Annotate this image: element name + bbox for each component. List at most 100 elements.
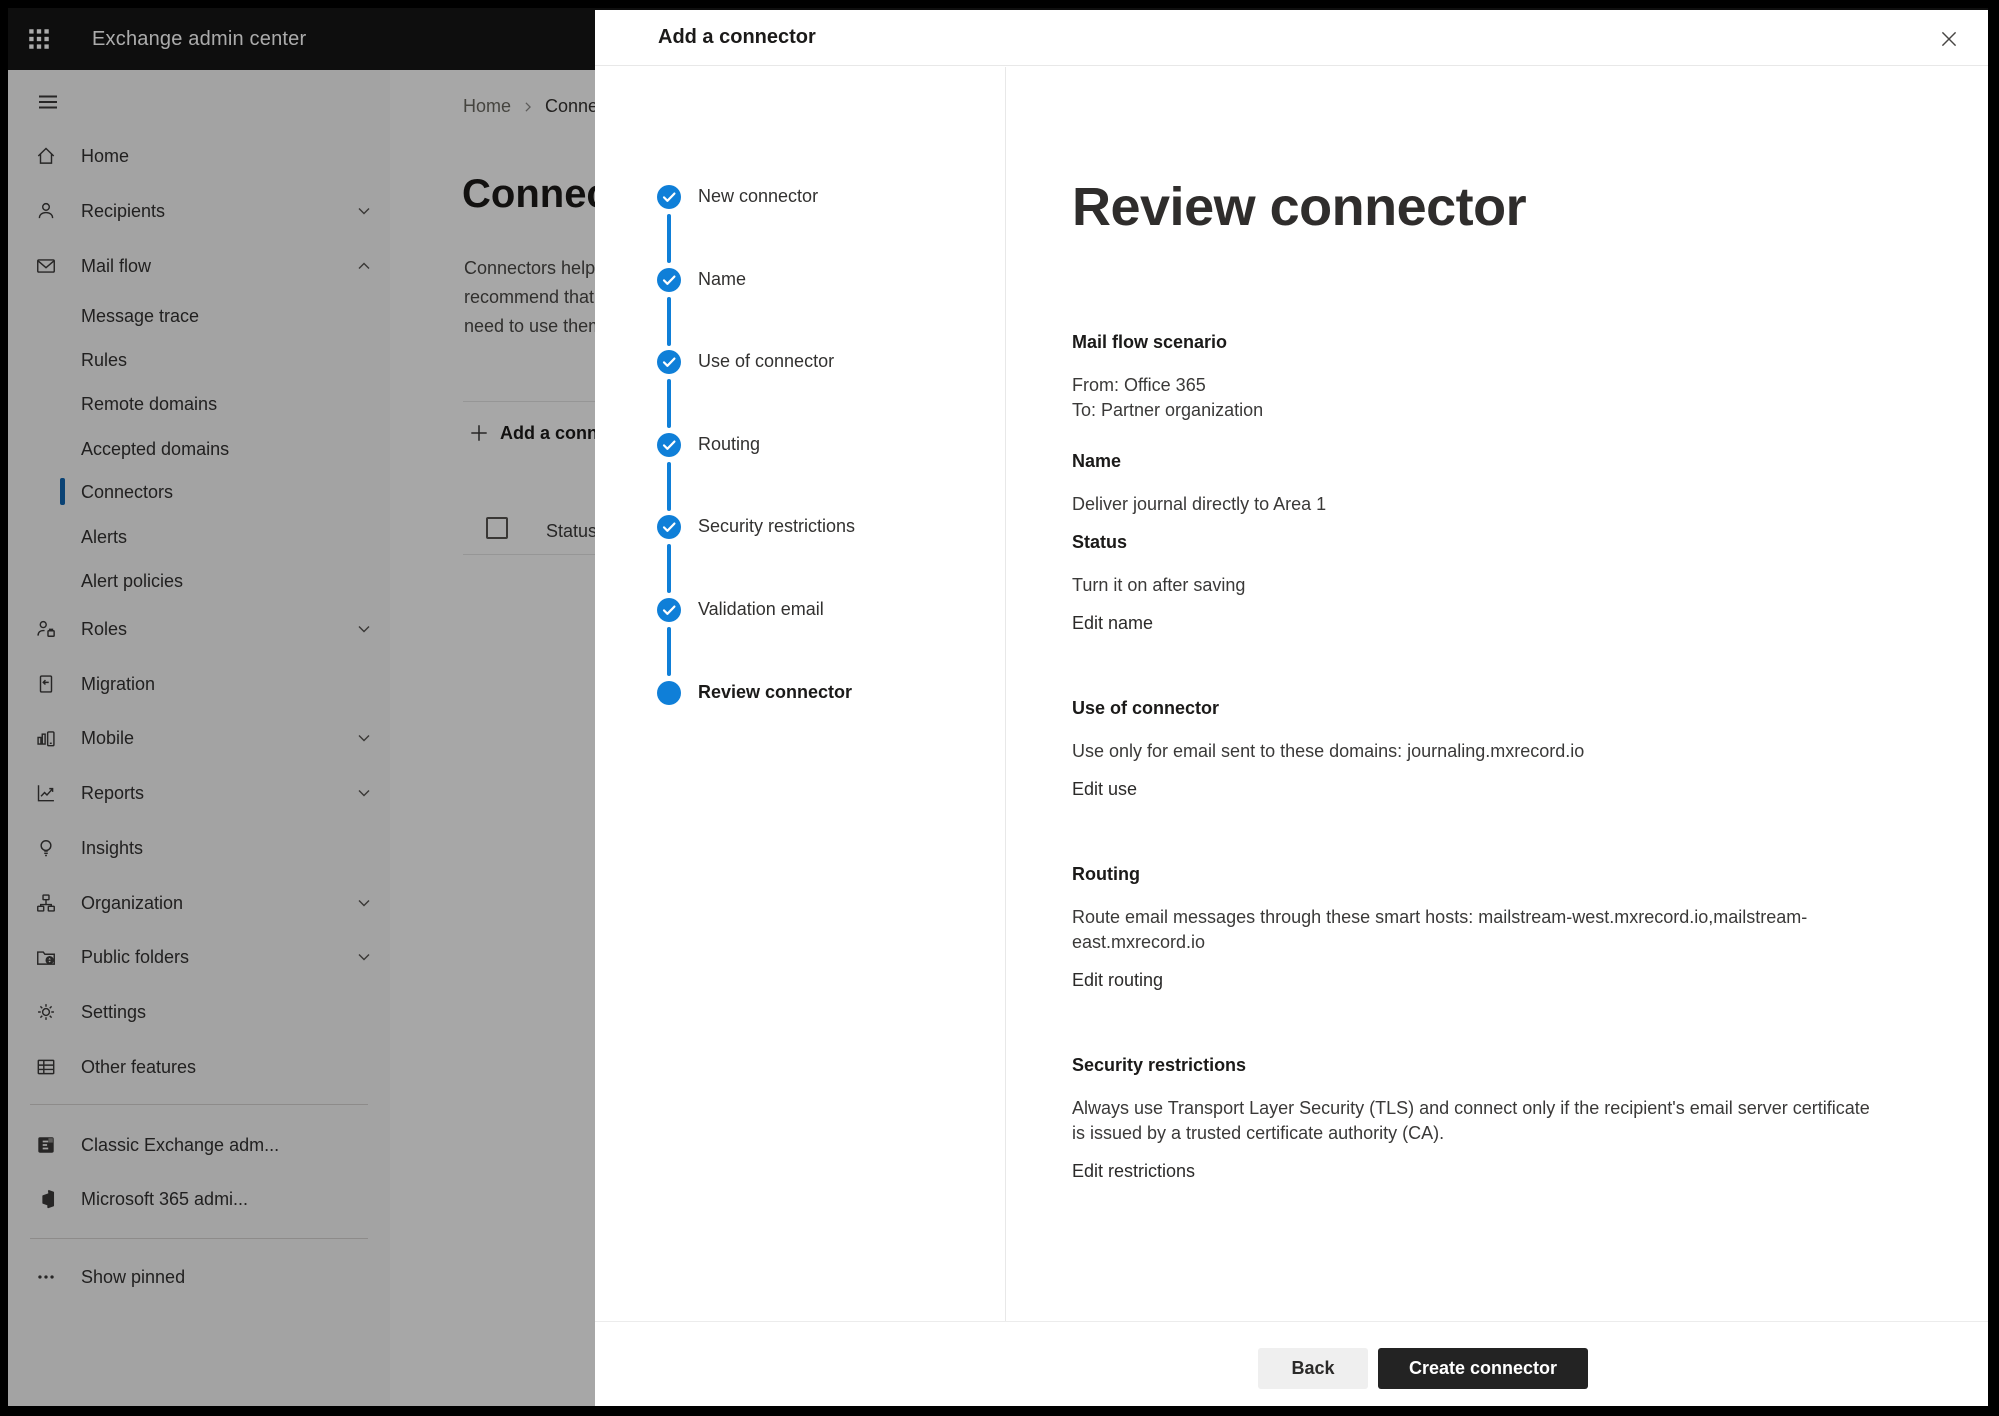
sidebar-item-label: Connectors [81,482,173,503]
wizard-step-validation-email[interactable]: Validation email [595,588,1005,632]
sidebar-divider [30,1104,368,1105]
step-connector-line [667,297,671,346]
review-section-heading: Security restrictions [1072,1053,1880,1078]
sidebar-item-label: Public folders [81,947,189,968]
wizard-step-routing[interactable]: Routing [595,423,1005,467]
sidebar-item-other-features[interactable]: Other features [8,1045,390,1089]
reports-icon [34,781,58,805]
sidebar-item-show-pinned[interactable]: Show pinned [8,1255,390,1299]
nav-collapse-button[interactable] [28,84,68,120]
edit-restrictions-link[interactable]: Edit restrictions [1072,1159,1195,1184]
sidebar-item-classic-exchange-adm[interactable]: Classic Exchange adm... [8,1123,390,1167]
sidebar-item-label: Alerts [81,527,127,548]
back-button[interactable]: Back [1258,1348,1368,1389]
step-label: Use of connector [698,351,834,372]
review-body: Mail flow scenario From: Office 365 To: … [1072,330,1880,1244]
sidebar-item-settings[interactable]: Settings [8,990,390,1034]
step-completed-check-icon [656,514,682,540]
chevron-down-icon [354,783,374,803]
create-connector-button[interactable]: Create connector [1378,1348,1588,1389]
sidebar-item-label: Insights [81,838,143,859]
step-completed-check-icon [656,597,682,623]
chevron-right-icon [521,100,535,114]
sidebar-item-recipients[interactable]: Recipients [8,189,390,233]
migration-icon [34,672,58,696]
step-connector-line [667,462,671,511]
chevron-down-icon [354,947,374,967]
edit-name-link[interactable]: Edit name [1072,611,1153,636]
sidebar-item-label: Accepted domains [81,439,229,460]
sidebar-item-label: Organization [81,893,183,914]
sidebar-item-insights[interactable]: Insights [8,826,390,870]
sidebar-item-roles[interactable]: Roles [8,607,390,651]
wizard-step-use-of-connector[interactable]: Use of connector [595,340,1005,384]
roles-icon [34,617,58,641]
m365-icon [34,1187,58,1211]
wizard-step-name[interactable]: Name [595,258,1005,302]
selected-indicator [60,478,65,505]
sidebar-item-label: Remote domains [81,394,217,415]
breadcrumb-home-link[interactable]: Home [463,96,511,117]
wizard-step-security-restrictions[interactable]: Security restrictions [595,505,1005,549]
step-connector-line [667,544,671,593]
edit-use-link[interactable]: Edit use [1072,777,1137,802]
sidebar-item-alert-policies[interactable]: Alert policies [8,559,390,603]
waffle-icon [26,26,52,52]
edit-routing-link[interactable]: Edit routing [1072,968,1163,993]
sidebar-item-mail-flow[interactable]: Mail flow [8,244,390,288]
step-connector-line [667,627,671,676]
step-current-icon [656,680,682,706]
sidebar-item-label: Recipients [81,201,165,222]
sidebar-item-label: Settings [81,1002,146,1023]
sidebar-item-mobile[interactable]: Mobile [8,716,390,760]
review-section-body: From: Office 365 To: Partner organizatio… [1072,373,1880,423]
step-label: New connector [698,186,818,207]
sidebar-item-alerts[interactable]: Alerts [8,515,390,559]
wizard-step-review-connector[interactable]: Review connector [595,671,1005,715]
insights-icon [34,836,58,860]
public-folders-icon [34,945,58,969]
chevron-down-icon [354,893,374,913]
step-completed-check-icon [656,184,682,210]
close-button[interactable] [1934,24,1964,54]
review-section-mail-flow-scenario: Mail flow scenario From: Office 365 To: … [1072,330,1880,423]
screenshot-root: Exchange admin center Home Recipients Ma… [0,0,1999,1416]
app-launcher-button[interactable] [8,8,70,70]
sidebar-item-accepted-domains[interactable]: Accepted domains [8,427,390,471]
sidebar-item-label: Microsoft 365 admi... [81,1189,248,1210]
review-section-body: Turn it on after saving [1072,573,1880,598]
sidebar-item-label: Mail flow [81,256,151,277]
review-section-routing: Routing Route email messages through the… [1072,862,1880,1010]
settings-icon [34,1000,58,1024]
review-section-heading: Routing [1072,862,1880,887]
wizard-step-new-connector[interactable]: New connector [595,175,1005,219]
sidebar-item-reports[interactable]: Reports [8,771,390,815]
sidebar-item-public-folders[interactable]: Public folders [8,935,390,979]
status-column-header[interactable]: Status [546,521,597,542]
review-section-heading: Use of connector [1072,696,1880,721]
person-icon [34,199,58,223]
sidebar-item-label: Other features [81,1057,196,1078]
step-completed-check-icon [656,432,682,458]
sidebar-item-migration[interactable]: Migration [8,662,390,706]
sidebar-item-label: Message trace [81,306,199,327]
chevron-down-icon [354,619,374,639]
sidebar-item-label: Show pinned [81,1267,185,1288]
sidebar-item-home[interactable]: Home [8,134,390,178]
sidebar-item-connectors[interactable]: Connectors [8,470,390,514]
other-features-icon [34,1055,58,1079]
chevron-down-icon [354,201,374,221]
home-icon [34,144,58,168]
sidebar-item-rules[interactable]: Rules [8,338,390,382]
review-heading: Review connector [1072,176,1526,238]
sidebar-item-remote-domains[interactable]: Remote domains [8,382,390,426]
sidebar-item-label: Mobile [81,728,134,749]
sidebar-item-organization[interactable]: Organization [8,881,390,925]
select-all-checkbox[interactable] [486,517,508,539]
sidebar-item-label: Classic Exchange adm... [81,1135,279,1156]
add-connector-wizard: Add a connector New connector Name Use o… [595,10,1988,1406]
sidebar-item-microsoft-365-admi[interactable]: Microsoft 365 admi... [8,1177,390,1221]
sidebar-item-message-trace[interactable]: Message trace [8,294,390,338]
review-section-heading: Status [1072,530,1880,555]
step-label: Security restrictions [698,516,855,537]
